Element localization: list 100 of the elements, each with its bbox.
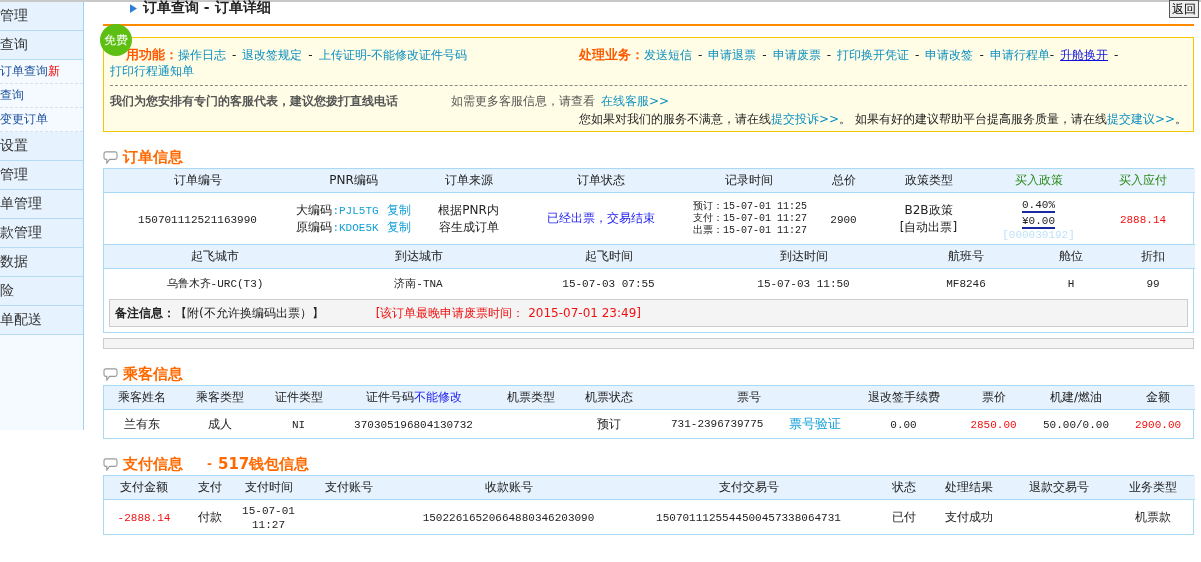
separator-text: - <box>207 457 212 471</box>
table-cell: NI <box>291 419 306 431</box>
table-cell: 15-07-01 11:27 <box>242 505 295 531</box>
sidebar-item[interactable]: 管理 <box>0 2 83 31</box>
function-link[interactable]: 上传证明 <box>318 48 367 62</box>
sidebar-item[interactable]: 单管理 <box>0 190 83 219</box>
column-header: 买入应付 <box>1091 169 1195 193</box>
column-header: 总价 <box>816 169 871 193</box>
column-header: 支付 <box>184 476 236 500</box>
pnr-code: :PJL5TG <box>332 204 379 217</box>
record-time: 预订：15-07-01 11:25 <box>693 200 808 212</box>
function-link[interactable]: 打印换开凭证 <box>837 48 910 62</box>
column-header: 航班号 <box>901 244 1031 269</box>
column-header: 支付时间 <box>236 476 301 500</box>
online-service-link[interactable]: 在线客服>> <box>601 94 670 108</box>
sidebar-item[interactable]: 设置 <box>0 132 83 161</box>
table-cell: 15022616520664880346203090 <box>422 512 595 524</box>
table-cell: 兰有东 <box>123 416 160 431</box>
table-cell: 乌鲁木齐-URC(T3) <box>166 277 264 290</box>
pnr-code: :KDOE5K <box>332 221 379 234</box>
separator-text: - <box>308 48 313 62</box>
function-link[interactable]: 操作日志 <box>178 48 226 62</box>
function-link[interactable]: 申请改签 <box>925 48 974 62</box>
function-link[interactable]: 打印行程通知单 <box>110 64 194 78</box>
function-link[interactable]: 申请废票 <box>772 48 821 62</box>
function-link[interactable]: 退改签规定 <box>242 48 303 62</box>
section-subtitle: 517钱包信息 <box>218 454 310 474</box>
table-cell: 预订 <box>596 416 621 431</box>
policy-type: B2B政策 <box>903 201 954 219</box>
table-cell: H <box>1067 278 1075 290</box>
sidebar-item[interactable]: 查询 <box>0 31 83 60</box>
separator-text: - <box>1114 48 1119 62</box>
function-link[interactable]: -不能修改证件号码 <box>366 48 468 62</box>
table-cell: -2888.14 <box>117 512 171 524</box>
table-cell: 成人 <box>208 416 232 431</box>
section-title: 订单信息 <box>123 147 183 167</box>
feedback-text: 您如果对我们的服务不满意，请在线提交投诉>>。 如果有好的建议帮助平台提高服务质量，请在线提交建议>>。 <box>577 111 1187 127</box>
feedback-link[interactable]: 提交投诉>> <box>770 112 840 126</box>
column-header: 状态 <box>876 476 931 500</box>
sidebar-item[interactable]: 订单查询新 <box>0 60 83 84</box>
column-header: 票号 <box>646 386 851 410</box>
function-link[interactable]: 申请退票 <box>708 48 757 62</box>
sidebar-item[interactable]: 管理 <box>0 161 83 190</box>
separator-text: - <box>1049 48 1055 62</box>
table-cell: 50.00/0.00 <box>1043 419 1109 431</box>
function-link[interactable]: 发送短信 <box>644 48 692 62</box>
remark-label: 备注信息： <box>115 304 175 322</box>
table-cell: MF8246 <box>946 278 986 290</box>
sidebar-item[interactable]: 查询 <box>0 84 83 108</box>
total-price: 2900 <box>830 213 857 226</box>
policy-rate-link[interactable]: 0.40% <box>1022 198 1055 213</box>
function-link[interactable]: 申请行程单 <box>989 48 1050 62</box>
column-header: 业务类型 <box>1111 476 1195 500</box>
separator-text: - <box>826 48 832 62</box>
table-cell: 1507011125544500457338064731 <box>656 512 841 524</box>
column-header: 机建/燃油 <box>1031 386 1121 410</box>
sidebar-item[interactable]: 险 <box>0 277 83 306</box>
section-title: 支付信息 <box>123 454 183 474</box>
order-number: 150701112521163990 <box>138 213 257 226</box>
speech-bubble-icon <box>103 457 118 471</box>
column-header: 机票类型 <box>491 386 571 410</box>
column-header: 起飞城市 <box>104 244 326 269</box>
function-link[interactable]: 升舱换开 <box>1060 48 1109 62</box>
record-time: 出票：15-07-01 11:27 <box>693 224 808 237</box>
column-header: 订单编号 <box>104 169 291 193</box>
note-link[interactable]: 不能修改 <box>413 390 462 404</box>
separator-text: - <box>762 48 767 62</box>
sidebar-item[interactable]: 数据 <box>0 248 83 277</box>
order-status: 已经出票，交易结束 <box>547 211 655 225</box>
pnr-label: 大编码 <box>296 202 333 217</box>
hotline-text: 我们为您安排有专门的客服代表，建议您拨打直线电话 <box>110 93 399 109</box>
table-cell: 2850.00 <box>970 419 1017 431</box>
column-header: 支付交易号 <box>621 476 876 500</box>
back-button[interactable]: 返回 <box>1169 0 1199 18</box>
policy-amount-link[interactable]: ¥0.00 <box>1022 214 1055 229</box>
payable-amount: 2888.14 <box>1119 213 1167 226</box>
table-cell: 支付成功 <box>944 509 993 524</box>
table-cell: 731-2396739775 <box>671 418 764 430</box>
sidebar-item[interactable]: 单配送 <box>0 306 83 335</box>
column-header: 记录时间 <box>681 169 816 193</box>
column-header: 乘客姓名 <box>104 386 179 410</box>
speech-bubble-icon <box>103 150 118 164</box>
column-header: 退款交易号 <box>1006 476 1111 500</box>
feedback-link[interactable]: 提交建议>> <box>1106 112 1175 126</box>
column-header: PNR编码 <box>291 169 416 193</box>
column-header: 收款账号 <box>396 476 621 500</box>
table-cell: 370305196804130732 <box>354 419 473 431</box>
column-header: 票价 <box>956 386 1031 410</box>
column-header: 乘客类型 <box>179 386 261 410</box>
record-time: 支付：15-07-01 11:27 <box>693 212 808 224</box>
pnr-label: 原编码 <box>296 219 333 234</box>
triangle-icon <box>130 3 137 13</box>
table-cell: 15-07-03 11:50 <box>757 278 850 290</box>
table-cell: 付款 <box>198 509 222 524</box>
table-cell: 15-07-03 07:55 <box>562 278 655 290</box>
column-header: 折扣 <box>1111 244 1195 269</box>
sidebar-item[interactable]: 款管理 <box>0 219 83 248</box>
column-header: 起飞时间 <box>511 244 706 269</box>
column-header: 订单状态 <box>521 169 681 193</box>
column-header: 机票状态 <box>571 386 646 410</box>
